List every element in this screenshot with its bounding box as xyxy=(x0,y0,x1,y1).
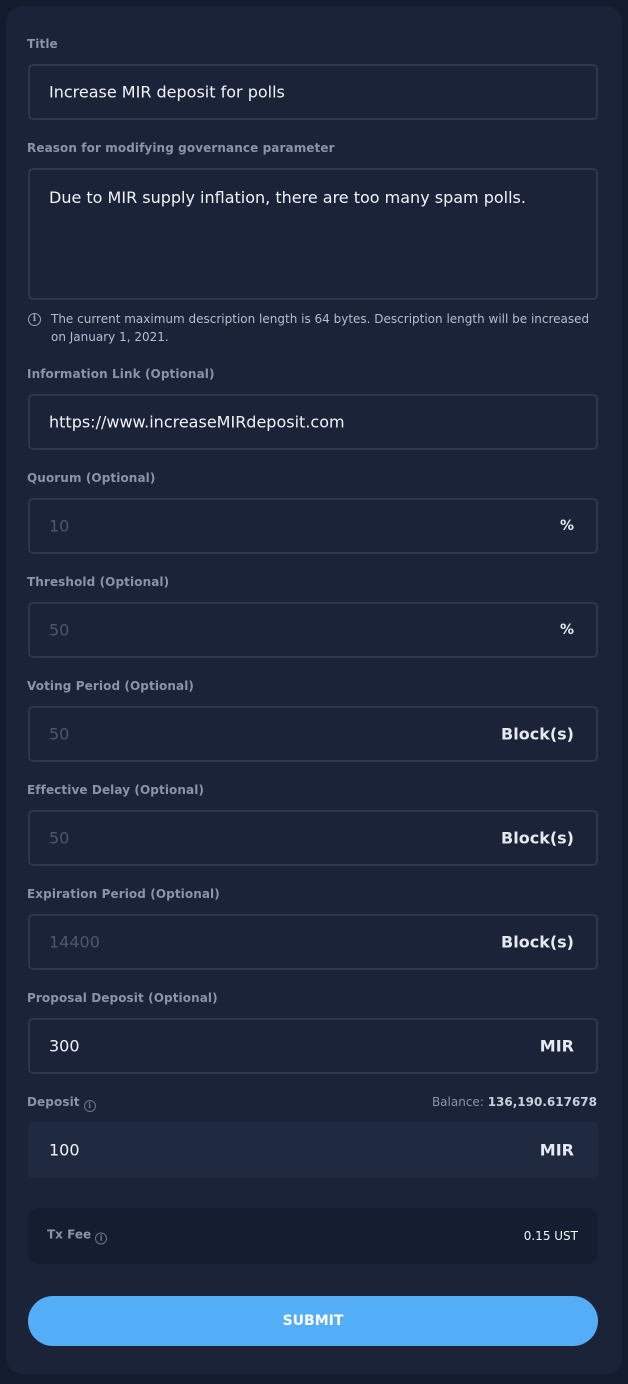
threshold-input[interactable]: 50 % xyxy=(28,602,598,658)
info-link-label: Information Link (Optional) xyxy=(27,367,215,381)
quorum-unit: % xyxy=(559,518,574,534)
voting-period-placeholder: 50 xyxy=(49,724,70,744)
proposal-deposit-value: 300 xyxy=(49,1036,80,1056)
reason-label: Reason for modifying governance paramete… xyxy=(27,141,335,155)
threshold-placeholder: 50 xyxy=(49,620,70,640)
voting-period-unit: Block(s) xyxy=(501,724,574,744)
quorum-placeholder: 10 xyxy=(49,516,70,536)
expiration-period-input[interactable]: 14400 Block(s) xyxy=(28,914,598,970)
proposal-deposit-unit: MIR xyxy=(539,1036,574,1056)
balance-value: 136,190.617678 xyxy=(487,1095,597,1109)
quorum-label: Quorum (Optional) xyxy=(27,471,156,485)
expiration-period-label: Expiration Period (Optional) xyxy=(27,887,220,901)
deposit-unit: MIR xyxy=(539,1140,574,1160)
proposal-form-card: Title Increase MIR deposit for polls Rea… xyxy=(6,6,622,1374)
title-label: Title xyxy=(27,37,58,51)
threshold-label: Threshold (Optional) xyxy=(27,575,170,589)
voting-period-label: Voting Period (Optional) xyxy=(27,679,195,693)
title-input[interactable]: Increase MIR deposit for polls xyxy=(28,64,598,120)
tx-fee-label-text: Tx Fee xyxy=(47,1227,92,1242)
expiration-period-unit: Block(s) xyxy=(501,932,574,952)
expiration-period-placeholder: 14400 xyxy=(49,932,100,952)
effective-delay-input[interactable]: 50 Block(s) xyxy=(28,810,598,866)
submit-button[interactable]: SUBMIT xyxy=(28,1296,598,1346)
proposal-deposit-label: Proposal Deposit (Optional) xyxy=(27,991,218,1005)
info-link-input[interactable]: https://www.increaseMIRdeposit.com xyxy=(28,394,598,450)
voting-period-input[interactable]: 50 Block(s) xyxy=(28,706,598,762)
title-input-value: Increase MIR deposit for polls xyxy=(49,82,285,102)
description-length-note-text: The current maximum description length i… xyxy=(51,312,590,344)
deposit-info-icon[interactable]: i xyxy=(83,1100,96,1112)
tx-fee-label: Tx Fee i xyxy=(47,1227,108,1245)
tx-fee-box: Tx Fee i 0.15 UST xyxy=(28,1208,598,1264)
effective-delay-unit: Block(s) xyxy=(501,828,574,848)
quorum-input[interactable]: 10 % xyxy=(28,498,598,554)
reason-textarea-value: Due to MIR supply inflation, there are t… xyxy=(49,188,526,207)
reason-textarea[interactable]: Due to MIR supply inflation, there are t… xyxy=(28,168,598,300)
deposit-label: Deposit i xyxy=(27,1095,96,1112)
tx-fee-value: 0.15 UST xyxy=(523,1229,578,1243)
threshold-unit: % xyxy=(559,622,574,638)
deposit-input[interactable]: 100 MIR xyxy=(28,1122,598,1178)
description-length-note: i The current maximum description length… xyxy=(28,310,600,346)
effective-delay-label: Effective Delay (Optional) xyxy=(27,783,205,797)
deposit-value: 100 xyxy=(49,1140,80,1160)
effective-delay-placeholder: 50 xyxy=(49,828,70,848)
proposal-deposit-input[interactable]: 300 MIR xyxy=(28,1018,598,1074)
balance-label: Balance: xyxy=(431,1095,484,1109)
info-link-input-value: https://www.increaseMIRdeposit.com xyxy=(49,412,345,432)
tx-fee-info-icon[interactable]: i xyxy=(95,1232,108,1245)
deposit-label-text: Deposit xyxy=(27,1095,80,1109)
info-icon: i xyxy=(28,313,41,326)
balance-display[interactable]: Balance: 136,190.617678 xyxy=(432,1095,597,1109)
